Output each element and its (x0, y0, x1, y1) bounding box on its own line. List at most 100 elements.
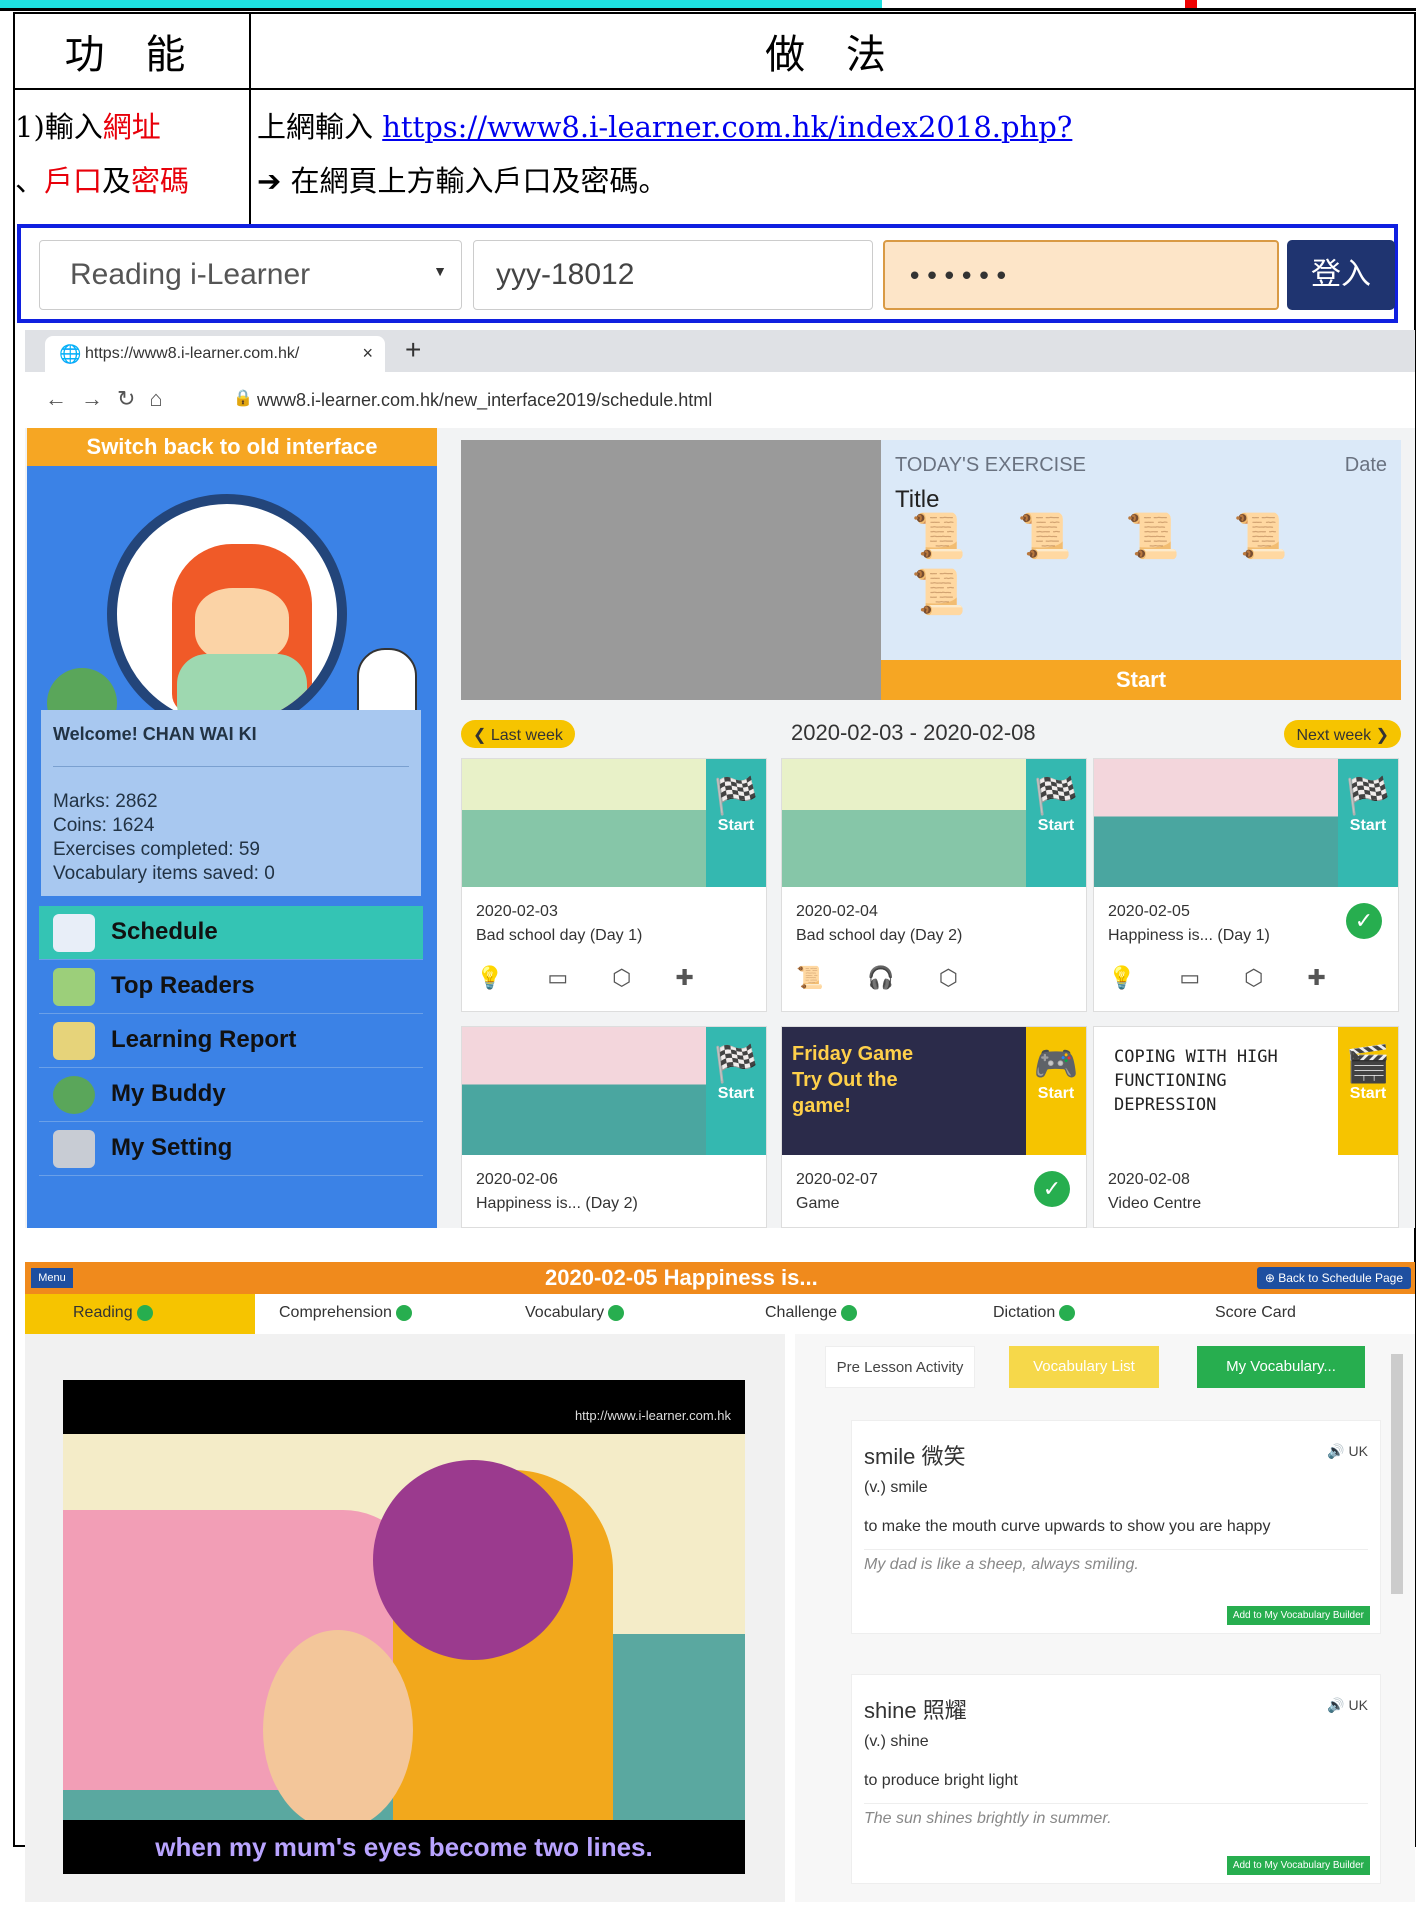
flag-icon: 🏁 (713, 1043, 759, 1084)
tab-challenge[interactable]: Challenge (765, 1304, 858, 1322)
exercise-card[interactable]: 🏁 Start 2020-02-06 Happiness is... (Day 2… (461, 1026, 767, 1228)
card-start-button[interactable]: 🏁 Start (1026, 759, 1086, 887)
add-vocab-button[interactable]: Add to My Vocabulary Builder (1226, 1856, 1370, 1875)
browser-tab[interactable]: 🌐 https://www8.i-learner.com.hk/ × (45, 336, 385, 372)
document-icon[interactable]: 📜 (911, 566, 966, 618)
check-icon (1059, 1304, 1076, 1321)
menu-label: Schedule (111, 918, 218, 945)
card-title: Video Centre (1108, 1195, 1202, 1212)
step1-url-word: 網址 (102, 110, 161, 144)
accent-label: UK (1348, 1697, 1368, 1713)
card-start-button[interactable]: 🏁 Start (706, 1027, 766, 1155)
login-button[interactable]: 登入 (1287, 240, 1395, 310)
menu-label: My Buddy (111, 1080, 226, 1107)
welcome-divider (53, 766, 409, 767)
exercise-card[interactable]: 🏁 Start 2020-02-03 Bad school day (Day 1)… (461, 758, 767, 1012)
accent-label: UK (1348, 1443, 1368, 1459)
document-icon[interactable]: 📜 (1125, 510, 1180, 562)
last-week-button[interactable]: ❮ Last week (461, 720, 575, 748)
tab-score-card[interactable]: Score Card (1215, 1304, 1296, 1322)
word-definition: to produce bright light (864, 1772, 1018, 1789)
next-week-button[interactable]: Next week ❯ (1284, 720, 1401, 748)
card-start: Start (1349, 817, 1387, 834)
add-vocab-button[interactable]: Add to My Vocabulary Builder (1226, 1606, 1370, 1625)
tab-comprehension[interactable]: Comprehension (279, 1304, 412, 1322)
tab-dictation[interactable]: Dictation (993, 1304, 1076, 1322)
card-title: Game (796, 1195, 840, 1212)
menu-top-readers[interactable]: Top Readers (39, 960, 423, 1014)
side-menu: Schedule Top Readers Learning Report My … (39, 906, 423, 1176)
story-video[interactable]: http://www.i-learner.com.hk when my mum'… (63, 1380, 745, 1874)
week-range: 2020-02-03 - 2020-02-08 (791, 720, 1036, 745)
product-select[interactable]: Reading i-Learner ▼ (39, 240, 462, 310)
username-input[interactable]: yyy-18012 (473, 240, 873, 310)
todays-exercise-panel: TODAY'S EXERCISE Date Title 📜 📜 📜 📜 📜 St… (881, 440, 1401, 700)
speaker-icon[interactable]: 🔊 UK (1327, 1697, 1368, 1714)
avatar (107, 494, 347, 734)
switch-old-interface-button[interactable]: Switch back to old interface (27, 428, 437, 466)
word-pos: (v.) shine (864, 1733, 929, 1750)
document-icon[interactable]: 📜 (1017, 510, 1072, 562)
vocabulary-saved: Vocabulary items saved: 0 (53, 863, 275, 884)
check-icon (841, 1304, 858, 1321)
site-link[interactable]: https://www8.i-learner.com.hk/index2018.… (382, 110, 1072, 144)
speaker-icon[interactable]: 🔊 UK (1327, 1443, 1368, 1460)
card-activity-icons[interactable]: 💡▭⬡✚ (1108, 965, 1370, 991)
card-activity-icons[interactable]: 📜🎧⬡ (796, 965, 1002, 991)
menu-schedule[interactable]: Schedule (39, 906, 423, 960)
nav-icons[interactable]: ←→↻⌂ (45, 386, 177, 412)
tab-label: Vocabulary (525, 1304, 605, 1321)
card-image (462, 1027, 708, 1155)
video-url: http://www.i-learner.com.hk (574, 1408, 731, 1423)
url-text[interactable]: www8.i-learner.com.hk/new_interface2019/… (257, 390, 712, 411)
card-activity-icons[interactable]: 💡▭⬡✚ (476, 965, 738, 991)
today-start-button[interactable]: Start (881, 660, 1401, 700)
new-tab-icon[interactable]: + (405, 334, 421, 366)
document-icon[interactable]: 📜 (1233, 510, 1288, 562)
step1-line2-text: 在網頁上方輸入戶口及密碼。 (281, 164, 668, 198)
exercise-card[interactable]: COPING WITH HIGH FUNCTIONING DEPRESSION … (1093, 1026, 1399, 1228)
word-example: My dad is like a sheep, always smiling. (864, 1549, 1368, 1574)
today-date: Date (1344, 454, 1387, 476)
card-title: Happiness is... (Day 1) (1108, 927, 1270, 944)
menu-my-buddy[interactable]: My Buddy (39, 1068, 423, 1122)
vocabulary-list-button[interactable]: Vocabulary List (1009, 1346, 1159, 1388)
menu-button[interactable]: Menu (31, 1268, 73, 1288)
video-placeholder[interactable] (461, 440, 881, 700)
avatar-face (195, 588, 289, 662)
exercise-card[interactable]: Friday Game Try Out the game! 🎮 Start 202… (781, 1026, 1087, 1228)
exercise-card[interactable]: 🏁 Start 2020-02-05 Happiness is... (Day 1… (1093, 758, 1399, 1012)
flag-icon: 🏁 (1345, 775, 1391, 816)
card-start-button[interactable]: 🎮 Start (1026, 1027, 1086, 1155)
calendar-icon (53, 914, 95, 952)
card-image (1094, 759, 1340, 887)
card-title: Happiness is... (Day 2) (476, 1195, 638, 1212)
arrow-icon: ➔ (257, 164, 282, 198)
tab-reading[interactable]: Reading (73, 1304, 153, 1322)
menu-label: My Setting (111, 1134, 233, 1161)
tab-vocabulary[interactable]: Vocabulary (525, 1304, 625, 1322)
scrollbar[interactable] (1391, 1354, 1403, 1594)
card-start-button[interactable]: 🏁 Start (1338, 759, 1398, 887)
password-input[interactable]: •••••• (883, 240, 1279, 310)
card-start-button[interactable]: 🏁 Start (706, 759, 766, 887)
exercise-card[interactable]: 🏁 Start 2020-02-04 Bad school day (Day 2)… (781, 758, 1087, 1012)
header-method: 做 法 (249, 12, 1416, 90)
my-vocabulary-button[interactable]: My Vocabulary... (1197, 1346, 1365, 1388)
document-icon[interactable]: 📜 (911, 510, 966, 562)
back-to-schedule-button[interactable]: ⊕ Back to Schedule Page (1256, 1267, 1411, 1289)
word-example: The sun shines brightly in summer. (864, 1803, 1368, 1828)
menu-learning-report[interactable]: Learning Report (39, 1014, 423, 1068)
tab-label: Reading (73, 1304, 133, 1321)
close-icon[interactable]: × (362, 343, 373, 364)
word: shine 照耀 (864, 1698, 967, 1723)
welcome-name: Welcome! CHAN WAI KI (53, 724, 257, 744)
pre-lesson-button[interactable]: Pre Lesson Activity (825, 1346, 975, 1388)
buddy-icon (53, 1076, 95, 1114)
card-start-button[interactable]: 🎬 Start (1338, 1027, 1398, 1155)
menu-my-setting[interactable]: My Setting (39, 1122, 423, 1176)
tab-label: Comprehension (279, 1304, 392, 1321)
word-card: shine 照耀 🔊 UK (v.) shine to produce brig… (851, 1674, 1381, 1884)
address-bar: ←→↻⌂ 🔒 www8.i-learner.com.hk/new_interfa… (25, 372, 1415, 428)
video-banner: COPING WITH HIGH FUNCTIONING DEPRESSION (1114, 1047, 1278, 1115)
